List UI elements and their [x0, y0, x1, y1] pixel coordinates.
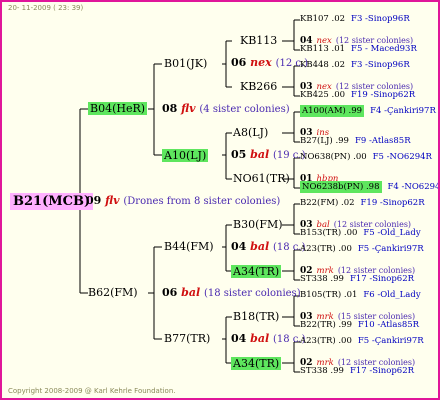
gen3-node-5: B30(FM)	[233, 218, 283, 231]
gen1-note-1: (4 sister colonies)	[199, 104, 290, 115]
root-generation: 09 flv (Drones from 8 sister colonies)	[86, 195, 280, 207]
gen1-node-1: B04(HeR)	[88, 102, 148, 115]
gen4-top-6-id: A23(TR) .00	[300, 244, 352, 254]
gen1-year-2: 06	[162, 286, 178, 299]
gen4-bot-1-ref: F5 - Maced93R	[351, 44, 417, 54]
gen3-node-2: KB266	[240, 80, 278, 93]
gen4-top-3-ref: F4 -Çankiri97R	[370, 106, 436, 116]
gen2-generation-2: 05 bal (19 c.)	[231, 149, 306, 161]
gen1-generation-1: 08 flv (4 sister colonies)	[162, 103, 290, 115]
gen4-top-5: B22(FM) .02 F19 -Sinop62R	[300, 199, 425, 208]
gen1-year-1: 08	[162, 102, 178, 115]
gen4-bot-5-id: B153(TR) .00	[300, 228, 358, 238]
gen4-bot-5-ref: F5 -Old_Lady	[363, 228, 421, 238]
gen4-bot-8-ref: F17 -Sinop62R	[349, 366, 415, 376]
gen4-top-7-id: B105(TR) .01	[300, 290, 358, 300]
gen4-bot-4-id: NO6238b(PN) .98	[300, 181, 382, 193]
gen4-bot-3: B27(LJ) .99 F9 -Atlas85R	[300, 137, 411, 146]
gen4-top-8-ref: F5 -Çankiri97R	[357, 336, 424, 346]
gen3-node-3: A8(LJ)	[233, 126, 269, 139]
gen4-bot-2-ref: F19 -Sinop62R	[351, 90, 416, 100]
gen4-bot-3-ref: F9 -Atlas85R	[354, 136, 411, 146]
gen4-bot-4: NO6238b(PN) .98 F4 -NO6294R	[300, 181, 440, 193]
root-code: flv	[105, 194, 120, 207]
gen2-code-4: bal	[250, 332, 270, 345]
gen1-note-2: (18 sister colonies)	[204, 288, 301, 299]
pedigree-frame: 20- 11-2009 ( 23: 39) Copyright 2008-200…	[0, 0, 440, 400]
gen4-top-4-ref: F5 -NO6294R	[372, 152, 432, 162]
root-year: 09	[86, 194, 102, 207]
gen2-code-2: bal	[250, 148, 270, 161]
gen4-bot-5: B153(TR) .00 F5 -Old_Lady	[300, 229, 421, 238]
gen2-generation-4: 04 bal (18 c.)	[231, 333, 306, 345]
gen4-top-6: A23(TR) .00 F5 -Çankiri97R	[300, 245, 424, 254]
gen4-top-1-id: KB107 .02	[300, 14, 346, 24]
header-date: 20- 11-2009 ( 23: 39)	[8, 4, 84, 12]
root-node: B21(MCB)	[10, 193, 94, 210]
gen4-bot-8-id: ST338 .99	[300, 366, 344, 376]
gen4-bot-7-id: B22(TR) .99	[300, 320, 352, 330]
gen2-node-3: B44(FM)	[164, 240, 214, 253]
gen4-bot-8: ST338 .99 F17 -Sinop62R	[300, 367, 414, 376]
gen4-top-6-ref: F5 -Çankiri97R	[357, 244, 424, 254]
gen4-top-4-id: NO638(PN) .00	[300, 152, 367, 162]
gen3-node-8: A34(TR)	[231, 357, 282, 370]
gen4-top-4: NO638(PN) .00 F5 -NO6294R	[300, 153, 432, 162]
gen2-node-4: B77(TR)	[164, 332, 211, 345]
gen2-year-3: 04	[231, 240, 247, 253]
gen4-top-5-id: B22(FM) .02	[300, 198, 355, 208]
gen3-node-1: KB113	[240, 34, 278, 47]
gen4-top-7: B105(TR) .01 F6 -Old_Lady	[300, 291, 421, 300]
gen2-year-1: 06	[231, 56, 247, 69]
gen4-bot-1-id: KB113 .01	[300, 44, 346, 54]
gen4-top-7-ref: F6 -Old_Lady	[363, 290, 421, 300]
gen4-top-1-ref: F3 -Sinop96R	[351, 14, 410, 24]
gen4-top-8: A23(TR) .00 F5 -Çankiri97R	[300, 337, 424, 346]
gen4-bot-2-id: KB425 .00	[300, 90, 346, 100]
gen4-bot-7: B22(TR) .99 F10 -Atlas85R	[300, 321, 419, 330]
gen4-top-3-id: A100(AM) .99	[300, 105, 365, 117]
gen1-generation-2: 06 bal (18 sister colonies)	[162, 287, 301, 299]
gen3-node-4: NO61(TR)	[233, 172, 290, 185]
gen2-generation-3: 04 bal (18 c.)	[231, 241, 306, 253]
gen3-node-7: B18(TR)	[233, 310, 280, 323]
gen4-bot-6-ref: F17 -Sinop62R	[349, 274, 415, 284]
gen4-top-5-ref: F19 -Sinop62R	[360, 198, 425, 208]
gen2-year-4: 04	[231, 332, 247, 345]
root-note: (Drones from 8 sister colonies)	[123, 196, 281, 207]
gen1-node-2: B62(FM)	[88, 286, 138, 299]
gen4-bot-4-ref: F4 -NO6294R	[387, 182, 440, 192]
gen4-top-2-ref: F3 -Sinop96R	[351, 60, 410, 70]
gen4-top-2-id: KB448 .02	[300, 60, 346, 70]
gen2-node-2: A10(LJ)	[162, 149, 209, 162]
gen4-top-3: A100(AM) .99 F4 -Çankiri97R	[300, 105, 436, 117]
gen2-code-3: bal	[250, 240, 270, 253]
gen4-bot-6-id: ST338 .99	[300, 274, 344, 284]
gen1-code-2: bal	[181, 286, 201, 299]
gen4-bot-3-id: B27(LJ) .99	[300, 136, 349, 146]
gen1-code-1: flv	[181, 102, 196, 115]
gen4-top-1: KB107 .02 F3 -Sinop96R	[300, 15, 410, 24]
gen2-code-1: nex	[250, 56, 272, 69]
footer-copyright: Copyright 2008-2009 @ Karl Kehrle Founda…	[8, 387, 176, 395]
gen3-node-6: A34(TR)	[231, 265, 282, 278]
gen4-top-8-id: A23(TR) .00	[300, 336, 352, 346]
gen4-bot-6: ST338 .99 F17 -Sinop62R	[300, 275, 414, 284]
gen2-year-2: 05	[231, 148, 247, 161]
gen4-top-2: KB448 .02 F3 -Sinop96R	[300, 61, 410, 70]
gen4-bot-7-ref: F10 -Atlas85R	[357, 320, 420, 330]
gen4-bot-2: KB425 .00 F19 -Sinop62R	[300, 91, 415, 100]
gen2-generation-1: 06 nex (12 c.)	[231, 57, 308, 69]
gen2-node-1: B01(JK)	[164, 57, 208, 70]
gen4-bot-1: KB113 .01 F5 - Maced93R	[300, 45, 417, 54]
